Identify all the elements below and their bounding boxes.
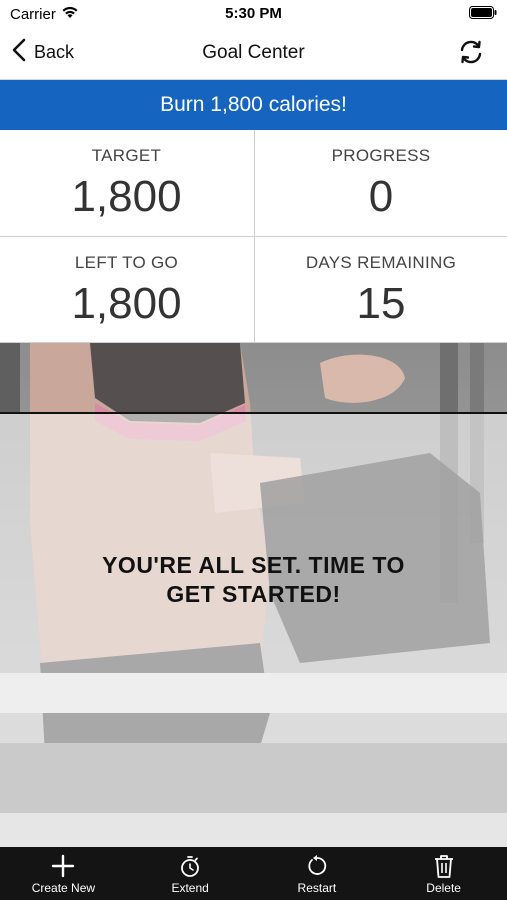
- stat-progress-value: 0: [368, 172, 394, 221]
- stat-progress-label: PROGRESS: [331, 146, 431, 165]
- motivation-message: YOU'RE ALL SET. TIME TO GET STARTED!: [60, 551, 447, 609]
- stat-days-remaining-value: 15: [356, 279, 406, 328]
- delete-label: Delete: [426, 881, 461, 895]
- divider: [0, 412, 507, 414]
- stat-days-remaining-label: DAYS REMAINING: [305, 253, 457, 272]
- create-new-button[interactable]: Create New: [0, 847, 127, 900]
- status-bar: Carrier 5:30 PM: [0, 0, 507, 28]
- restart-label: Restart: [297, 881, 337, 895]
- plus-icon: [51, 853, 75, 879]
- trash-icon: [432, 853, 456, 879]
- extend-button[interactable]: Extend: [127, 847, 254, 900]
- restart-button[interactable]: Restart: [254, 847, 381, 900]
- stat-days-remaining: DAYS REMAINING 15: [254, 237, 507, 343]
- page-title: Goal Center: [202, 42, 305, 63]
- message-line-1: YOU'RE ALL SET. TIME TO: [102, 552, 405, 578]
- stat-left-to-go: LEFT TO GO 1,800: [0, 237, 253, 343]
- create-new-label: Create New: [31, 881, 96, 895]
- refresh-button[interactable]: [457, 38, 485, 71]
- stat-left-to-go-value: 1,800: [71, 279, 182, 328]
- extend-label: Extend: [171, 881, 209, 895]
- navigation-bar: Back Goal Center: [0, 28, 507, 80]
- stopwatch-icon: [178, 853, 202, 879]
- goal-banner: Burn 1,800 calories!: [0, 80, 507, 130]
- image-overlay: [0, 413, 507, 847]
- refresh-icon: [457, 40, 485, 70]
- stat-target-value: 1,800: [71, 172, 182, 221]
- background-photo: YOU'RE ALL SET. TIME TO GET STARTED!: [0, 343, 507, 847]
- bottom-toolbar: Create New Extend Restart Delete: [0, 847, 507, 900]
- restart-icon: [305, 853, 329, 879]
- stat-target: TARGET 1,800: [0, 130, 253, 236]
- battery-icon: [469, 6, 497, 23]
- stat-left-to-go-label: LEFT TO GO: [74, 253, 179, 272]
- stat-target-label: TARGET: [91, 146, 162, 165]
- stat-progress: PROGRESS 0: [254, 130, 507, 236]
- delete-button[interactable]: Delete: [380, 847, 507, 900]
- stats-grid: TARGET 1,800 PROGRESS 0 LEFT TO GO 1,800…: [0, 130, 507, 343]
- message-line-2: GET STARTED!: [166, 581, 341, 607]
- status-time: 5:30 PM: [225, 5, 282, 22]
